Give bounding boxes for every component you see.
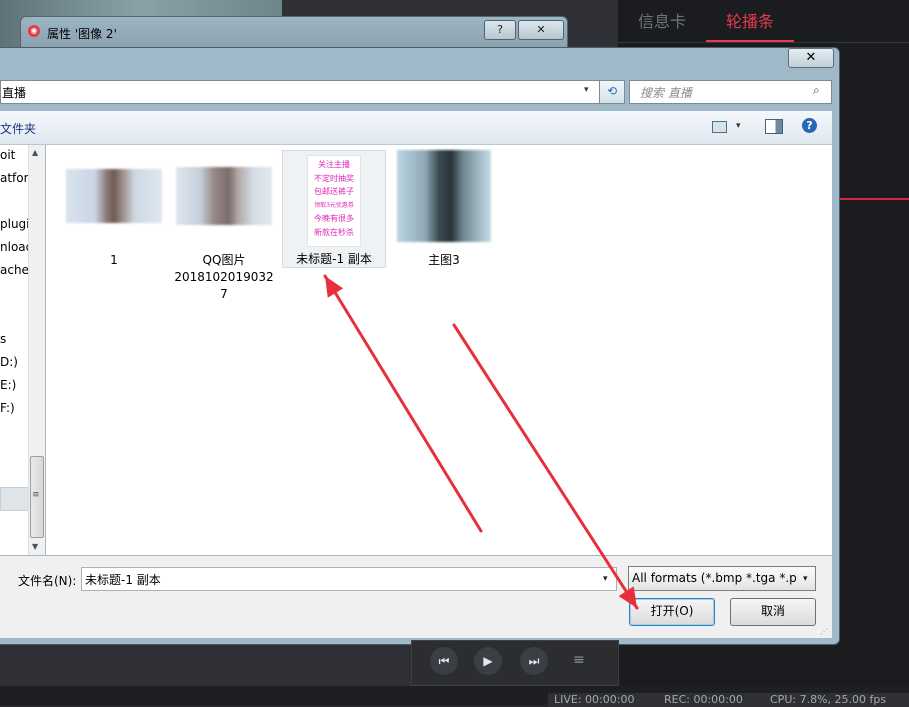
filename-input[interactable] xyxy=(81,567,617,591)
search-icon[interactable]: ⌕ xyxy=(813,83,820,98)
image-thumbnail xyxy=(66,150,162,242)
preview-pane-icon[interactable] xyxy=(765,119,783,134)
filename-label: 文件名(N): xyxy=(18,574,77,588)
properties-close-button[interactable]: ✕ xyxy=(518,20,564,40)
nav-item[interactable]: s xyxy=(0,332,6,346)
file-item-selected[interactable]: 关注主播 不定时抽奖 包邮送裤子 领取3元优惠券 今晚有很多 新款在秒杀 未标题… xyxy=(282,150,386,268)
thumbnail-text-3: 包邮送裤子 xyxy=(314,187,354,196)
app-logo-icon: ◉ xyxy=(28,25,40,37)
image-thumbnail xyxy=(176,150,272,242)
nav-item-drive-e[interactable]: E:) xyxy=(0,378,16,392)
image-thumbnail xyxy=(396,150,492,242)
address-bar[interactable] xyxy=(0,80,600,104)
help-icon[interactable]: ? xyxy=(802,118,817,133)
active-tab-underline xyxy=(706,40,794,42)
thumbnail-text-4: 领取3元优惠券 xyxy=(314,201,354,209)
file-name: 主图3 xyxy=(428,253,460,267)
timeline-marker xyxy=(840,198,909,200)
file-type-value[interactable]: All formats (*.bmp *.tga *.pn xyxy=(632,571,797,585)
file-name: 1 xyxy=(110,253,118,267)
scroll-down-icon[interactable]: ▼ xyxy=(32,542,38,551)
selection-highlight: 关注主播 不定时抽奖 包邮送裤子 领取3元优惠券 今晚有很多 新款在秒杀 未标题… xyxy=(282,150,386,268)
thumbnail-text-6: 新款在秒杀 xyxy=(314,227,354,237)
tab-info-card[interactable]: 信息卡 xyxy=(638,8,686,32)
file-item[interactable]: QQ图片20181020190327 xyxy=(172,150,276,303)
nav-item[interactable]: ache xyxy=(0,263,29,277)
scroll-grip-icon: ≡ xyxy=(32,490,40,500)
next-icon[interactable]: ⏭ xyxy=(520,647,548,675)
filename-value[interactable]: 未标题-1 副本 xyxy=(85,571,161,588)
dialog-toolbar xyxy=(0,111,832,145)
view-options-icon[interactable] xyxy=(712,121,727,133)
scroll-up-icon[interactable]: ▲ xyxy=(32,148,38,157)
filter-dropdown-icon[interactable]: ▾ xyxy=(803,574,808,584)
thumbnail-text-5: 今晚有很多 xyxy=(314,214,354,223)
search-placeholder: 搜索 直播 xyxy=(640,86,692,100)
properties-dialog-title: 属性 '图像 2' xyxy=(47,27,117,41)
dialog-close-button[interactable]: ✕ xyxy=(788,48,834,68)
new-folder-button[interactable]: 文件夹 xyxy=(0,120,36,137)
view-dropdown-icon[interactable]: ▾ xyxy=(736,121,741,131)
tab-carousel[interactable]: 轮播条 xyxy=(726,8,774,32)
cancel-button[interactable]: 取消 xyxy=(730,598,816,626)
nav-item-drive-f[interactable]: F:) xyxy=(0,401,15,415)
file-item[interactable]: 1 xyxy=(62,150,166,269)
file-name: QQ图片20181020190327 xyxy=(174,253,274,301)
filename-dropdown-icon[interactable]: ▾ xyxy=(603,574,608,584)
nav-selected-item[interactable] xyxy=(0,487,30,511)
image-thumbnail: 关注主播 不定时抽奖 包邮送裤子 领取3元优惠券 今晚有很多 新款在秒杀 xyxy=(307,155,361,247)
nav-item[interactable]: plugi xyxy=(0,217,30,231)
file-name: 未标题-1 副本 xyxy=(296,252,372,266)
address-dropdown-icon[interactable]: ▾ xyxy=(584,85,589,95)
address-path[interactable]: 直播 xyxy=(2,84,26,101)
properties-help-button[interactable]: ? xyxy=(484,20,516,40)
menu-icon[interactable]: ≡ xyxy=(573,652,585,668)
previous-icon[interactable]: ⏮ xyxy=(430,647,458,675)
thumbnail-text-1: 关注主播 xyxy=(318,160,350,169)
thumbnail-text-2: 不定时抽奖 xyxy=(314,173,354,183)
refresh-button[interactable]: ⟲ xyxy=(599,80,625,104)
nav-item-drive-d[interactable]: D:) xyxy=(0,355,18,369)
resize-grip-icon[interactable]: ⋰ xyxy=(820,627,828,636)
nav-item[interactable]: atfor xyxy=(0,171,29,185)
open-button[interactable]: 打开(O) xyxy=(629,598,715,626)
play-icon[interactable]: ▶ xyxy=(474,647,502,675)
file-item[interactable]: 主图3 xyxy=(392,150,496,269)
nav-item[interactable]: oit xyxy=(0,148,15,162)
